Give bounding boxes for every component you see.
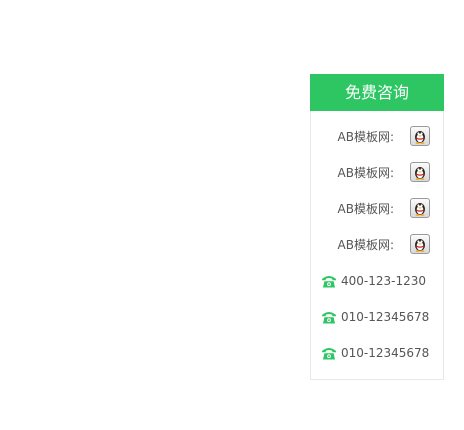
phone-number: 400-123-1230 (341, 274, 427, 288)
phone-row-1: 400-123-1230 (311, 272, 443, 292)
qq-contact-2[interactable]: AB模板网: (311, 161, 443, 185)
qq-penguin-icon[interactable] (410, 126, 430, 146)
qq-contact-3[interactable]: AB模板网: (311, 197, 443, 221)
consult-header: 免费咨询 (310, 74, 444, 111)
qq-contact-1[interactable]: AB模板网: (311, 125, 443, 149)
phone-icon (322, 276, 336, 288)
consult-panel: 免费咨询 AB模板网: AB模板网: AB模板网: AB模板网: 400-123… (310, 74, 444, 380)
qq-penguin-icon[interactable] (410, 198, 430, 218)
qq-label: AB模板网: (337, 238, 395, 252)
qq-contact-4[interactable]: AB模板网: (311, 233, 443, 257)
phone-number: 010-12345678 (341, 310, 430, 324)
phone-row-3: 010-12345678 (311, 344, 443, 364)
qq-label: AB模板网: (337, 130, 395, 144)
qq-penguin-icon[interactable] (410, 234, 430, 254)
qq-penguin-icon[interactable] (410, 162, 430, 182)
qq-label: AB模板网: (337, 166, 395, 180)
phone-row-2: 010-12345678 (311, 308, 443, 328)
phone-number: 010-12345678 (341, 346, 430, 360)
qq-label: AB模板网: (337, 202, 395, 216)
phone-icon (322, 312, 336, 324)
phone-icon (322, 348, 336, 360)
